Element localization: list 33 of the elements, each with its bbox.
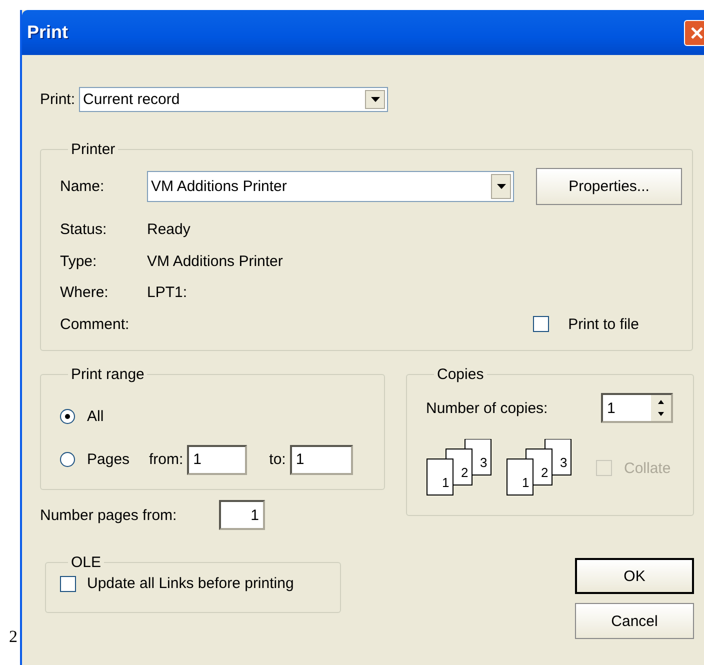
checkbox-label: Print to file xyxy=(568,316,639,333)
ok-button[interactable]: OK xyxy=(575,558,694,594)
group-title: Print range xyxy=(71,366,144,383)
field-label: to: xyxy=(269,451,286,468)
group-title: Copies xyxy=(437,366,484,383)
radio-label: All xyxy=(87,408,105,425)
field-label: Type: xyxy=(60,252,98,270)
window-title: Print xyxy=(27,22,68,43)
field-label: Comment: xyxy=(60,316,130,333)
page-number: 2 xyxy=(8,627,18,647)
print-dropdown[interactable]: Current record xyxy=(79,87,388,112)
printer-name-dropdown[interactable]: VM Additions Printer xyxy=(147,171,514,202)
checkbox-label: Update all Links before printing xyxy=(87,575,294,592)
field-label: Where: xyxy=(60,284,110,302)
from-field[interactable]: 1 xyxy=(187,444,248,474)
field-value: Ready xyxy=(147,221,190,238)
group-title: Printer xyxy=(71,141,116,158)
radio-label: Pages xyxy=(87,451,131,468)
print-label: Print: xyxy=(40,91,76,108)
field-label: Number of copies: xyxy=(426,400,548,416)
number-pages-field[interactable]: 1 xyxy=(219,500,265,530)
field-label: from: xyxy=(149,451,184,468)
field-label: Name: xyxy=(60,178,106,195)
properties-button[interactable]: Properties... xyxy=(536,168,682,205)
group-title: OLE xyxy=(71,554,102,571)
field-value: LPT1: xyxy=(147,284,188,302)
field-value: VM Additions Printer xyxy=(147,252,283,270)
field-label: Number pages from: xyxy=(40,506,178,524)
copies-spinner[interactable]: 1 xyxy=(601,393,673,423)
to-field[interactable]: 1 xyxy=(290,444,353,474)
cancel-button[interactable]: Cancel xyxy=(575,603,694,639)
checkbox-label: Collate xyxy=(624,460,671,476)
field-label: Status: xyxy=(60,221,108,238)
